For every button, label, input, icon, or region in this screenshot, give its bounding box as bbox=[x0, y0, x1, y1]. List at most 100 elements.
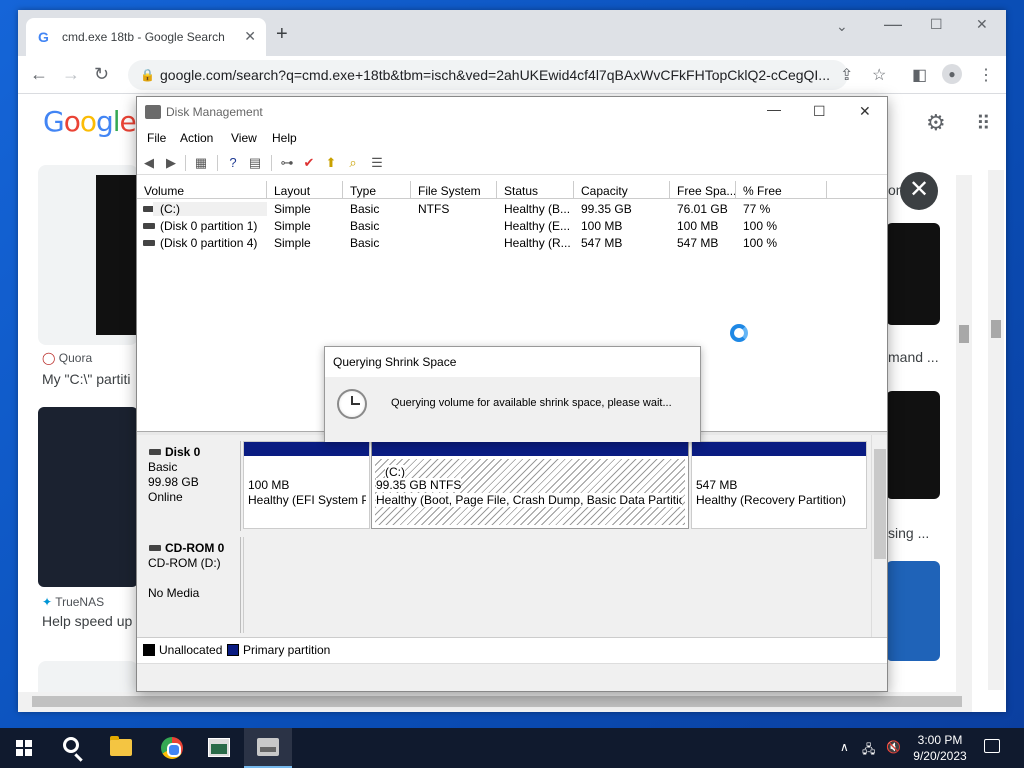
cell-layout: Simple bbox=[274, 202, 311, 216]
dialog-body: Querying volume for available shrink spa… bbox=[325, 377, 700, 442]
disk-graphical-view: Disk 0 Basic 99.98 GB Online CD-ROM 0 CD… bbox=[137, 435, 887, 637]
col-free-space[interactable]: Free Spa... bbox=[670, 181, 736, 199]
profile-avatar-icon[interactable]: ● bbox=[942, 64, 962, 84]
col-file-system[interactable]: File System bbox=[411, 181, 497, 199]
col-filler bbox=[827, 181, 887, 199]
disk-name: Disk 0 bbox=[165, 445, 201, 459]
result-title[interactable]: sing ... bbox=[888, 525, 929, 541]
partition-efi[interactable]: 100 MB Healthy (EFI System P bbox=[243, 441, 370, 529]
help-icon[interactable]: ? bbox=[225, 155, 241, 171]
image-thumbnail[interactable] bbox=[886, 391, 940, 499]
image-thumbnail[interactable] bbox=[38, 407, 138, 587]
new-tab-button[interactable]: + bbox=[276, 24, 288, 44]
disk-management-icon bbox=[145, 105, 161, 119]
connect-icon[interactable]: ⊶ bbox=[279, 155, 295, 171]
cdrom-drive: CD-ROM (D:) bbox=[148, 556, 221, 570]
bookmark-star-icon[interactable]: ☆ bbox=[872, 65, 886, 85]
console-tree-icon[interactable]: ▦ bbox=[193, 155, 209, 171]
disk-icon bbox=[149, 449, 161, 455]
taskbar-file-explorer[interactable] bbox=[98, 728, 146, 768]
reload-icon[interactable]: ↻ bbox=[94, 64, 109, 84]
col-volume[interactable]: Volume bbox=[137, 181, 267, 199]
cdrom-0-label[interactable]: CD-ROM 0 CD-ROM (D:) No Media bbox=[141, 537, 241, 633]
legend-unallocated: Unallocated bbox=[159, 643, 223, 657]
horizontal-scrollbar[interactable] bbox=[18, 692, 972, 712]
taskbar-cmd[interactable] bbox=[196, 728, 244, 768]
folder-up-icon[interactable]: ⬆ bbox=[323, 155, 339, 171]
col-status[interactable]: Status bbox=[497, 181, 574, 199]
settings-gear-icon[interactable]: ⚙ bbox=[926, 110, 946, 136]
partition-recovery[interactable]: 547 MB Healthy (Recovery Partition) bbox=[691, 441, 867, 529]
notification-icon[interactable] bbox=[984, 739, 1000, 753]
image-thumbnail[interactable] bbox=[96, 175, 136, 335]
tab-title: cmd.exe 18tb - Google Search bbox=[62, 30, 225, 44]
system-clock[interactable]: 3:00 PM 9/20/2023 bbox=[908, 732, 972, 764]
result-title[interactable]: mand ... bbox=[888, 349, 939, 365]
share-icon[interactable]: ⇪ bbox=[840, 65, 853, 85]
dm-close-icon[interactable]: ✕ bbox=[859, 103, 871, 120]
menu-kebab-icon[interactable]: ⋮ bbox=[978, 65, 994, 85]
properties-icon[interactable]: ▤ bbox=[247, 155, 263, 171]
image-thumbnail[interactable] bbox=[886, 223, 940, 325]
tab-search-chevron-icon[interactable]: ⌄ bbox=[836, 18, 848, 35]
search-folder-icon[interactable]: ⌕ bbox=[345, 155, 361, 171]
side-panel-icon[interactable]: ◧ bbox=[912, 65, 927, 85]
minimize-icon[interactable]: — bbox=[884, 14, 902, 35]
partition-size: 547 MB bbox=[696, 478, 738, 492]
menu-view[interactable]: View bbox=[231, 131, 257, 145]
disk-scrollbar[interactable] bbox=[871, 435, 887, 637]
dm-maximize-icon[interactable]: ☐ bbox=[813, 103, 826, 120]
selected-hatch bbox=[375, 459, 685, 525]
partition-status: Healthy (Recovery Partition) bbox=[696, 493, 847, 507]
cell-status: Healthy (E... bbox=[504, 219, 571, 233]
taskbar-chrome[interactable] bbox=[148, 728, 196, 768]
menu-action[interactable]: Action bbox=[180, 131, 213, 145]
menu-file[interactable]: File bbox=[147, 131, 166, 145]
forward-icon[interactable]: ▶ bbox=[163, 155, 179, 171]
network-icon[interactable]: 🖧 bbox=[862, 740, 875, 761]
taskbar-disk-management[interactable] bbox=[244, 728, 292, 768]
image-thumbnail[interactable] bbox=[886, 561, 940, 661]
back-arrow-icon[interactable]: ← bbox=[30, 64, 48, 84]
cell-pct: 77 % bbox=[743, 202, 771, 216]
dialog-title-bar: Querying Shrink Space bbox=[325, 347, 700, 377]
maximize-icon[interactable]: ☐ bbox=[930, 16, 943, 33]
google-apps-icon[interactable]: ⠿ bbox=[976, 111, 991, 136]
volume-muted-icon[interactable]: 🔇 bbox=[886, 740, 901, 754]
browser-toolbar: ← → ↻ 🔒 google.com/search?q=cmd.exe+18tb… bbox=[18, 56, 1006, 94]
partition-header bbox=[244, 442, 369, 456]
close-preview-icon[interactable]: ✕ bbox=[900, 172, 938, 210]
forward-arrow-icon[interactable]: → bbox=[62, 64, 80, 84]
back-icon[interactable]: ◀ bbox=[141, 155, 157, 171]
search-button[interactable] bbox=[48, 728, 96, 768]
partition-header bbox=[692, 442, 866, 456]
col-layout[interactable]: Layout bbox=[267, 181, 343, 199]
col-capacity[interactable]: Capacity bbox=[574, 181, 670, 199]
result-source: ◯ Quora bbox=[42, 351, 93, 365]
tray-chevron-icon[interactable]: ∧ bbox=[840, 740, 849, 754]
tab-close-icon[interactable]: ✕ bbox=[244, 28, 256, 45]
google-logo: Google bbox=[43, 105, 137, 138]
disk-0-label[interactable]: Disk 0 Basic 99.98 GB Online bbox=[141, 441, 241, 531]
window-scrollbar[interactable] bbox=[988, 170, 1004, 690]
result-title[interactable]: My "C:\" partiti bbox=[42, 371, 131, 387]
dm-toolbar: ◀ ▶ ▦ ? ▤ ⊶ ✔ ⬆ ⌕ ☰ bbox=[137, 151, 887, 175]
col-pct-free[interactable]: % Free bbox=[736, 181, 827, 199]
tab-strip: G cmd.exe 18tb - Google Search ✕ + ⌄ — ☐… bbox=[18, 10, 1006, 56]
page-scrollbar[interactable] bbox=[956, 175, 972, 695]
start-button[interactable] bbox=[0, 728, 48, 768]
menu-help[interactable]: Help bbox=[272, 131, 297, 145]
tab-google-search[interactable]: G cmd.exe 18tb - Google Search ✕ bbox=[26, 18, 266, 56]
col-type[interactable]: Type bbox=[343, 181, 411, 199]
dm-minimize-icon[interactable]: — bbox=[767, 101, 781, 117]
list-icon[interactable]: ☰ bbox=[369, 155, 385, 171]
cdrom-media: No Media bbox=[148, 586, 200, 600]
check-icon[interactable]: ✔ bbox=[301, 155, 317, 171]
result-title[interactable]: Help speed up bbox=[42, 613, 132, 629]
address-bar[interactable]: 🔒 google.com/search?q=cmd.exe+18tb&tbm=i… bbox=[128, 60, 848, 90]
chrome-icon bbox=[161, 737, 183, 759]
partition-size: 99.35 GB NTFS bbox=[376, 478, 462, 492]
partition-c[interactable]: (C:) 99.35 GB NTFS Healthy (Boot, Page F… bbox=[371, 441, 689, 529]
close-window-icon[interactable]: ✕ bbox=[976, 16, 988, 33]
cell-status: Healthy (B... bbox=[504, 202, 571, 216]
